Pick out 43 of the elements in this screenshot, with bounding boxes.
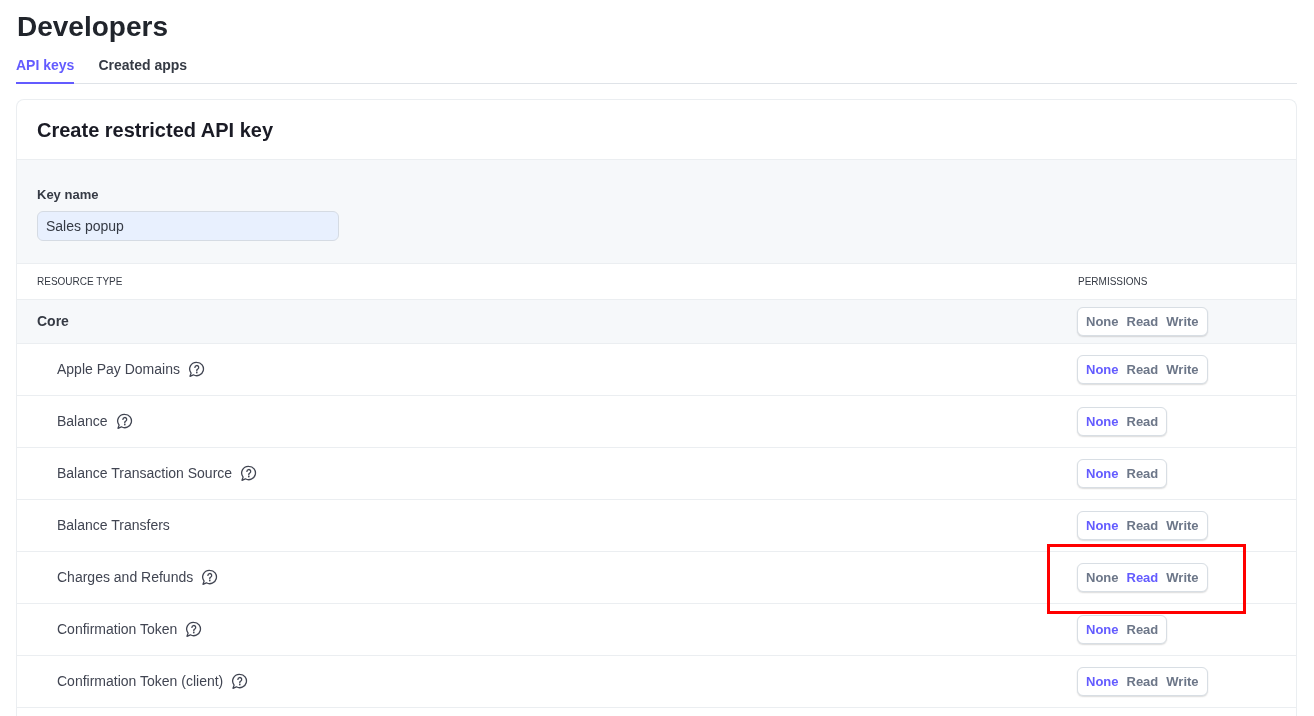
permission-option[interactable]: Read (1126, 361, 1159, 378)
resource-name: Balance Transfers (57, 517, 170, 534)
column-header: RESOURCE TYPE (37, 275, 123, 288)
permission-option[interactable]: Read (1126, 313, 1159, 330)
resource-name: Balance Transaction Source (57, 465, 233, 482)
permission-option[interactable]: Write (1166, 313, 1199, 330)
permission-option[interactable]: None (1086, 361, 1119, 378)
permission-option[interactable]: None (1086, 465, 1119, 482)
card-title: Create restricted API key (37, 117, 274, 142)
permission-option[interactable]: Write (1166, 673, 1199, 690)
permission-option[interactable]: Read (1126, 621, 1159, 638)
permission-option[interactable]: None (1086, 673, 1119, 690)
help-icon[interactable] (231, 673, 249, 690)
resource-name: Confirmation Token (client) (57, 673, 224, 690)
permission-option[interactable]: Read (1126, 465, 1159, 482)
permission-option[interactable]: Read (1126, 673, 1159, 690)
permission-option[interactable]: None (1086, 569, 1119, 586)
permission-option[interactable]: Read (1126, 517, 1159, 534)
permission-option[interactable]: None (1086, 517, 1119, 534)
permission-option[interactable]: None (1086, 413, 1119, 430)
resource-name: Charges and Refunds (57, 569, 194, 586)
tab[interactable]: Created apps (98, 57, 188, 84)
field-label: Key name (37, 186, 99, 203)
permission-option[interactable]: Write (1166, 361, 1199, 378)
permission-option[interactable]: None (1086, 313, 1119, 330)
key-name-field[interactable]: Sales popup (37, 211, 339, 241)
help-icon[interactable] (185, 621, 203, 638)
permission-option[interactable]: Read (1126, 413, 1159, 430)
resource-name: Apple Pay Domains (57, 361, 180, 378)
help-icon[interactable] (201, 569, 219, 586)
permission-option[interactable]: Read (1126, 569, 1159, 586)
group-name: Core (37, 313, 69, 330)
permission-option[interactable]: Write (1166, 517, 1199, 534)
resource-name: Confirmation Token (57, 621, 178, 638)
help-icon[interactable] (115, 413, 133, 430)
column-header: PERMISSIONS (1077, 275, 1148, 288)
tab[interactable]: API keys (16, 57, 75, 84)
page-title: Developers (17, 10, 168, 44)
permission-option[interactable]: Write (1166, 569, 1199, 586)
help-icon[interactable] (187, 361, 205, 378)
help-icon[interactable] (240, 465, 258, 482)
resource-name: Balance (57, 413, 108, 430)
permission-option[interactable]: None (1086, 621, 1119, 638)
